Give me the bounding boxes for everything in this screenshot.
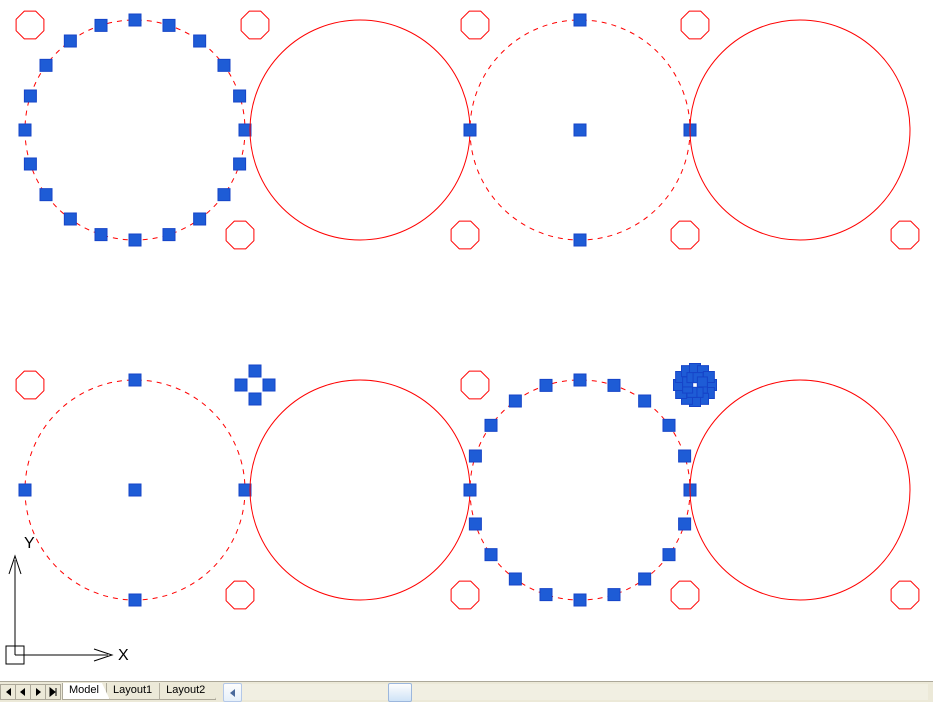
ucs-y-label: Y [24, 535, 35, 552]
grip[interactable] [679, 518, 691, 530]
grip[interactable] [129, 374, 141, 386]
grip[interactable] [574, 14, 586, 26]
grip[interactable] [540, 589, 552, 601]
grip[interactable] [234, 90, 246, 102]
corner-octagon[interactable] [671, 221, 699, 249]
grip[interactable] [608, 379, 620, 391]
corner-octagon[interactable] [891, 581, 919, 609]
grip[interactable] [129, 234, 141, 246]
grip[interactable] [129, 484, 141, 496]
corner-octagon[interactable] [16, 11, 44, 39]
grip[interactable] [129, 14, 141, 26]
grip[interactable] [249, 393, 261, 405]
grip[interactable] [95, 229, 107, 241]
grip[interactable] [239, 124, 251, 136]
grip[interactable] [509, 573, 521, 585]
corner-octagon[interactable] [891, 221, 919, 249]
corner-octagon[interactable] [451, 221, 479, 249]
corner-octagon[interactable] [451, 581, 479, 609]
grip[interactable] [194, 213, 206, 225]
grip[interactable] [19, 484, 31, 496]
grip[interactable] [464, 484, 476, 496]
grip[interactable] [464, 124, 476, 136]
grip[interactable] [239, 484, 251, 496]
grip[interactable] [24, 158, 36, 170]
grip[interactable] [469, 450, 481, 462]
corner-octagon[interactable] [16, 371, 44, 399]
grip[interactable] [540, 379, 552, 391]
grip[interactable] [163, 229, 175, 241]
hscroll-left-button[interactable] [223, 683, 242, 702]
grip[interactable] [40, 59, 52, 71]
grip[interactable] [234, 158, 246, 170]
corner-octagon[interactable] [241, 11, 269, 39]
circle-entity[interactable] [250, 380, 470, 600]
grip[interactable] [64, 35, 76, 47]
circle-entity[interactable] [690, 20, 910, 240]
grip[interactable] [64, 213, 76, 225]
nav-prev-button[interactable] [15, 684, 31, 700]
circle-entity[interactable] [690, 380, 910, 600]
grip[interactable] [263, 379, 275, 391]
grip[interactable] [574, 594, 586, 606]
tab-model[interactable]: Model [62, 683, 110, 700]
grip[interactable] [663, 419, 675, 431]
grip[interactable] [608, 589, 620, 601]
tab-layout1[interactable]: Layout1 [106, 683, 163, 700]
corner-octagon[interactable] [461, 11, 489, 39]
nav-first-button[interactable] [0, 684, 16, 700]
drawing-canvas[interactable]: Y X [0, 0, 933, 680]
corner-octagon[interactable] [681, 11, 709, 39]
hscroll-track[interactable] [222, 683, 929, 701]
grip[interactable] [163, 19, 175, 31]
grip[interactable] [218, 189, 230, 201]
grip[interactable] [663, 549, 675, 561]
grip[interactable] [679, 450, 691, 462]
grip[interactable] [509, 395, 521, 407]
grip[interactable] [95, 19, 107, 31]
grip[interactable] [19, 124, 31, 136]
grip[interactable] [574, 374, 586, 386]
grip[interactable] [639, 573, 651, 585]
grip[interactable] [218, 59, 230, 71]
grip[interactable] [697, 377, 707, 387]
corner-octagon[interactable] [671, 581, 699, 609]
grip[interactable] [194, 35, 206, 47]
grip[interactable] [485, 419, 497, 431]
grip[interactable] [469, 518, 481, 530]
nav-last-button[interactable] [45, 684, 61, 700]
circle-entity[interactable] [25, 20, 245, 240]
grip[interactable] [639, 395, 651, 407]
ucs-icon [6, 556, 112, 664]
grip[interactable] [235, 379, 247, 391]
tab-layout2[interactable]: Layout2 [159, 683, 216, 700]
grip[interactable] [129, 594, 141, 606]
hscroll-thumb[interactable] [388, 683, 412, 702]
grip[interactable] [574, 124, 586, 136]
corner-octagon[interactable] [226, 221, 254, 249]
corner-octagon[interactable] [461, 371, 489, 399]
circle-entity[interactable] [250, 20, 470, 240]
layout-tabs: Model Layout1 Layout2 [62, 683, 212, 701]
corner-octagon[interactable] [226, 581, 254, 609]
grip[interactable] [249, 365, 261, 377]
grip[interactable] [24, 90, 36, 102]
circle-entity[interactable] [470, 380, 690, 600]
grip[interactable] [574, 234, 586, 246]
grip[interactable] [485, 549, 497, 561]
bottom-bar: Model Layout1 Layout2 [0, 681, 933, 702]
ucs-x-label: X [118, 647, 129, 664]
nav-next-button[interactable] [30, 684, 46, 700]
grip[interactable] [40, 189, 52, 201]
